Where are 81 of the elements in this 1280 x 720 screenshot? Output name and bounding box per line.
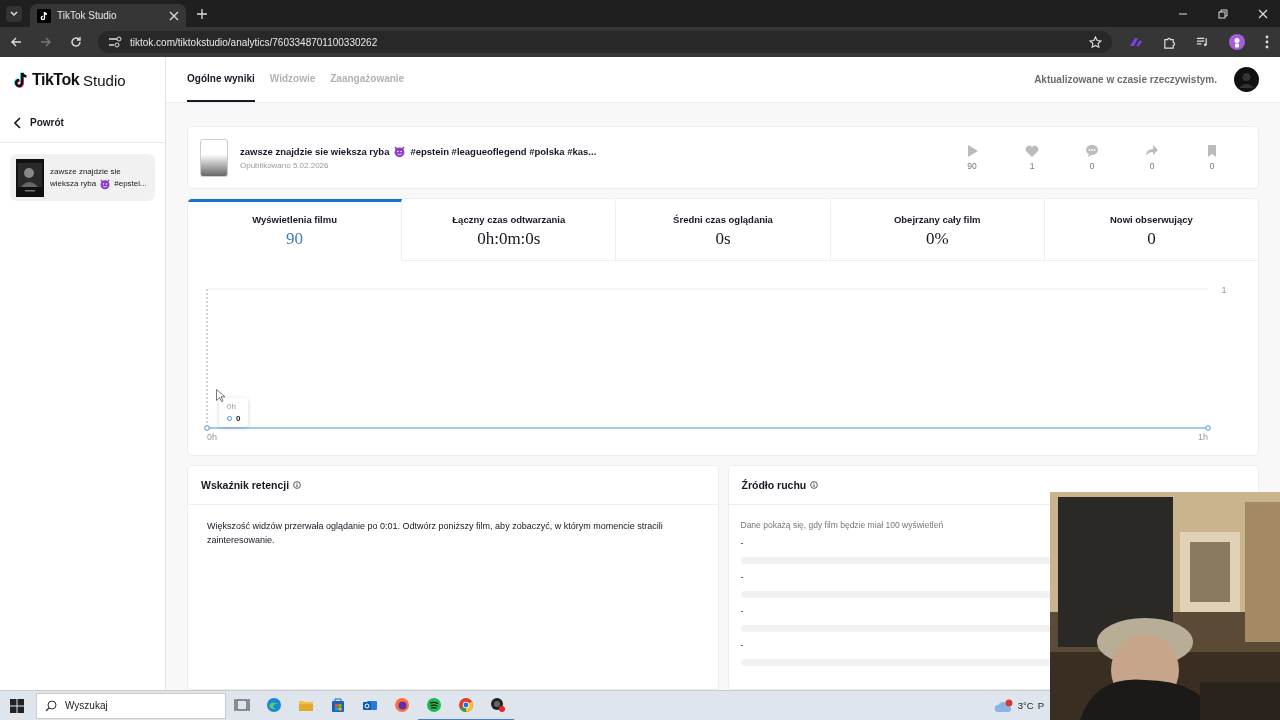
menu-icon[interactable] [1265, 35, 1269, 49]
caret-icon [9, 8, 19, 19]
stat-count: 0 [1149, 161, 1155, 171]
play-icon [965, 144, 979, 158]
logo-text: Studio [83, 71, 126, 89]
stat-count: 1 [1029, 161, 1035, 171]
chrome-icon[interactable] [458, 696, 474, 713]
search-field[interactable]: Wyszukaj [36, 692, 226, 719]
weather-cloud-icon[interactable] [993, 698, 1014, 713]
traffic-source-label: - [740, 640, 745, 650]
stat-count: 90 [967, 161, 977, 171]
site-settings-icon[interactable] [108, 36, 122, 48]
weather-text: P [1037, 700, 1044, 711]
forward-icon[interactable] [40, 36, 52, 48]
video-title: #epstei... [114, 177, 147, 190]
tiktok-icon [37, 8, 51, 23]
avatar-icon[interactable] [1234, 67, 1259, 92]
metric-tab[interactable]: Nowi obserwujący 0 [1044, 199, 1258, 261]
firefox-icon[interactable] [394, 696, 410, 713]
section-title: Źródło ruchu [741, 479, 807, 491]
stat-count: 0 [1209, 161, 1215, 171]
spotify-icon[interactable] [426, 696, 442, 713]
chevron-left-icon [14, 116, 22, 129]
profile-icon[interactable] [1229, 34, 1245, 50]
info-icon[interactable] [293, 481, 302, 489]
search-icon [45, 699, 57, 712]
cursor-icon [216, 389, 225, 402]
puzzle-icon[interactable] [1163, 35, 1176, 49]
windows-start-icon[interactable] [10, 698, 24, 713]
recording-app-icon[interactable] [490, 696, 506, 713]
publish-date: Opublikowano 5.02.2026 [240, 161, 330, 170]
tab-title: TikTok Studio [57, 10, 118, 21]
logo-text: TikTok [32, 71, 80, 89]
devil-emoji-icon [99, 177, 112, 190]
video-title: wieksza ryba [50, 177, 97, 190]
back-link[interactable]: Powrót [0, 103, 165, 143]
video-list-item[interactable]: zawsze znajdzie sie wieksza ryba #epstei... [10, 154, 155, 201]
metric-tab[interactable]: Średni czas oglądania 0s [616, 199, 831, 261]
edge-icon[interactable] [266, 696, 282, 713]
star-icon[interactable] [1089, 35, 1102, 49]
restore-icon[interactable] [1218, 8, 1228, 19]
close-icon[interactable] [1258, 8, 1268, 19]
traffic-source-label: - [740, 572, 745, 582]
section-title: Wskaźnik retencji [201, 479, 290, 491]
heart-icon [1025, 144, 1039, 158]
video-title: zawsze znajdzie sie wieksza ryba [240, 146, 390, 157]
tab-list-button[interactable] [6, 5, 22, 22]
address-field[interactable]: tiktok.com/tiktokstudio/analytics/7603348701100330262 [98, 31, 1112, 53]
metric-tab[interactable]: Obejrzany cały film 0% [830, 199, 1045, 261]
axis-label: 1h [1198, 432, 1208, 442]
bookmark-icon [1205, 144, 1219, 158]
axis-label: 1 [1221, 285, 1227, 295]
video-title: #epstein #leagueoflegend #polska #kas... [410, 146, 597, 157]
stat-count: 0 [1089, 161, 1095, 171]
task-view-icon[interactable] [234, 696, 250, 713]
share-icon [1145, 144, 1159, 158]
tiktok-logo-icon [14, 72, 28, 88]
back-icon[interactable] [10, 36, 22, 48]
series-dot-icon [227, 416, 232, 421]
chart-tooltip: 0h 0 [219, 398, 249, 427]
info-icon[interactable] [810, 481, 819, 489]
traffic-source-label: - [740, 606, 745, 616]
close-icon[interactable] [169, 10, 179, 21]
video-title: zawsze znajdzie sie [50, 166, 121, 176]
update-status: Aktualizowane w czasie rzeczywistym. [1034, 74, 1217, 85]
retention-description: Większość widzów przerwała oglądanie po 0:01. Odtwórz poniższy film, aby zobaczyć, w którym momencie stracili zainteresowanie. [207, 520, 664, 547]
store-icon[interactable] [330, 696, 346, 713]
traffic-source-label: - [740, 538, 745, 548]
devil-emoji-icon [393, 145, 407, 158]
thumbnail-placeholder [200, 138, 228, 177]
axis-label: 0h [207, 432, 217, 442]
new-tab-icon[interactable] [196, 7, 208, 20]
tab[interactable]: Ogólne wyniki [187, 57, 255, 102]
browser-tab[interactable]: TikTok Studio [30, 4, 186, 27]
metric-tab[interactable]: Wyświetlenia filmu 90 [188, 199, 403, 261]
comment-icon [1085, 144, 1099, 158]
reload-icon[interactable] [70, 36, 82, 48]
weather-temperature: 3°C [1017, 700, 1034, 711]
empty-state-note: Dane pokażą się, gdy film będzie miał 100 wyświetleń [740, 520, 945, 530]
metric-tab[interactable]: Łączny czas odtwarzania 0h:0m:0s [402, 199, 617, 261]
media-icon[interactable] [1196, 36, 1209, 48]
